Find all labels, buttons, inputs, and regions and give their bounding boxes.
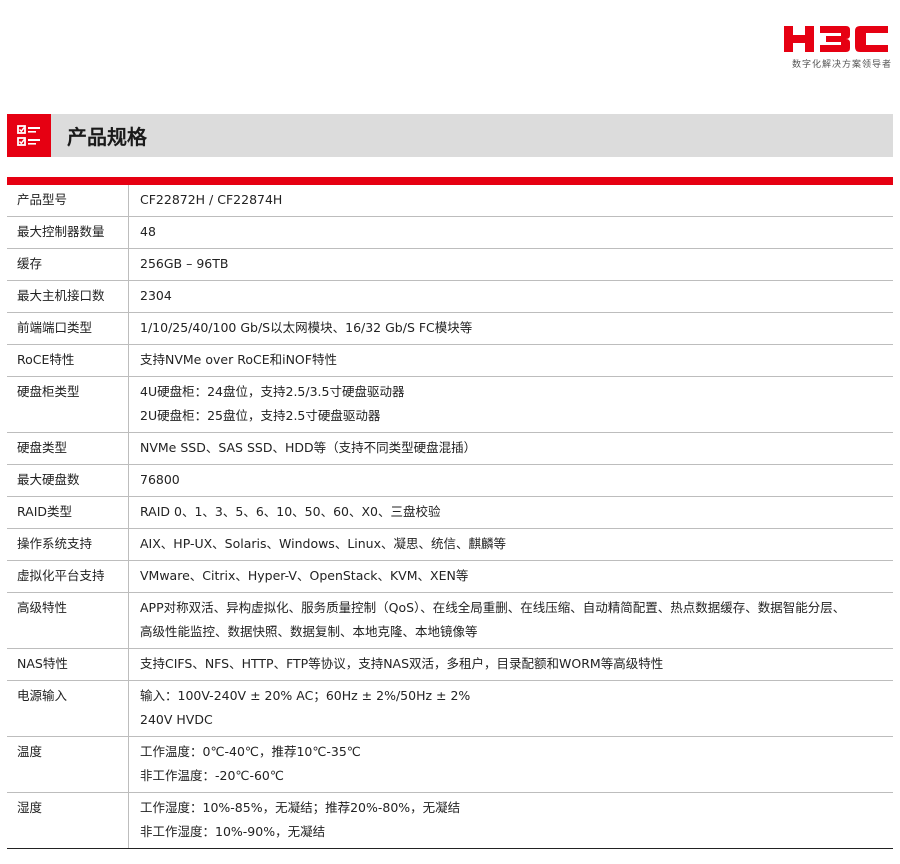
spec-row: 硬盘类型 NVMe SSD、SAS SSD、HDD等（支持不同类型硬盘混插） xyxy=(7,432,893,464)
spec-value-line: 2U硬盘柜：25盘位，支持2.5寸硬盘驱动器 xyxy=(140,408,381,423)
spec-value-line: 工作湿度：10%-85%，无凝结；推荐20%-80%，无凝结 xyxy=(140,800,461,815)
brand-logo: 数字化解决方案领导者 xyxy=(780,24,892,70)
spec-value: 76800 xyxy=(129,465,893,496)
spec-value-line: 支持NVMe over RoCE和iNOF特性 xyxy=(140,352,337,367)
spec-row: 最大控制器数量 48 xyxy=(7,216,893,248)
section-header: 产品规格 xyxy=(7,114,893,157)
spec-value: 256GB – 96TB xyxy=(129,249,893,280)
spec-row: RAID类型 RAID 0、1、3、5、6、10、50、60、X0、三盘校验 xyxy=(7,496,893,528)
spec-value-line: 4U硬盘柜：24盘位，支持2.5/3.5寸硬盘驱动器 xyxy=(140,384,405,399)
brand-tagline: 数字化解决方案领导者 xyxy=(791,60,892,70)
h3c-logo-icon xyxy=(784,26,888,52)
spec-label: 温度 xyxy=(7,737,129,792)
spec-label: 电源输入 xyxy=(7,681,129,736)
spec-value: 1/10/25/40/100 Gb/S以太网模块、16/32 Gb/S FC模块… xyxy=(129,313,893,344)
spec-row: 缓存 256GB – 96TB xyxy=(7,248,893,280)
spec-value: 支持CIFS、NFS、HTTP、FTP等协议，支持NAS双活，多租户，目录配额和… xyxy=(129,649,893,680)
spec-value: NVMe SSD、SAS SSD、HDD等（支持不同类型硬盘混插） xyxy=(129,433,893,464)
spec-row: NAS特性 支持CIFS、NFS、HTTP、FTP等协议，支持NAS双活，多租户，… xyxy=(7,648,893,680)
spec-value-line: 支持CIFS、NFS、HTTP、FTP等协议，支持NAS双活，多租户，目录配额和… xyxy=(140,656,664,671)
spec-row: 操作系统支持 AIX、HP-UX、Solaris、Windows、Linux、凝思… xyxy=(7,528,893,560)
spec-label: NAS特性 xyxy=(7,649,129,680)
spec-value: 工作湿度：10%-85%，无凝结；推荐20%-80%，无凝结 非工作湿度：10%-… xyxy=(129,793,893,848)
spec-value: 支持NVMe over RoCE和iNOF特性 xyxy=(129,345,893,376)
spec-value: APP对称双活、异构虚拟化、服务质量控制（QoS）、在线全局重删、在线压缩、自动… xyxy=(129,593,893,648)
spec-value-line: CF22872H / CF22874H xyxy=(140,192,283,207)
spec-value-line: 76800 xyxy=(140,472,180,487)
spec-value: 48 xyxy=(129,217,893,248)
spec-label: 最大主机接口数 xyxy=(7,281,129,312)
spec-value: 2304 xyxy=(129,281,893,312)
spec-label: 产品型号 xyxy=(7,185,129,216)
spec-row: 电源输入 输入：100V-240V ± 20% AC；60Hz ± 2%/50Hz… xyxy=(7,680,893,736)
spec-value-line: RAID 0、1、3、5、6、10、50、60、X0、三盘校验 xyxy=(140,504,441,519)
spec-row: 湿度 工作湿度：10%-85%，无凝结；推荐20%-80%，无凝结 非工作湿度：10… xyxy=(7,792,893,848)
spec-value-line: 工作温度：0℃-40℃，推荐10℃-35℃ xyxy=(140,744,361,759)
spec-label: 虚拟化平台支持 xyxy=(7,561,129,592)
spec-row: 虚拟化平台支持 VMware、Citrix、Hyper-V、OpenStack、K… xyxy=(7,560,893,592)
spec-row: RoCE特性 支持NVMe over RoCE和iNOF特性 xyxy=(7,344,893,376)
spec-value: AIX、HP-UX、Solaris、Windows、Linux、凝思、统信、麒麟… xyxy=(129,529,893,560)
spec-value-line: AIX、HP-UX、Solaris、Windows、Linux、凝思、统信、麒麟… xyxy=(140,536,507,551)
spec-value-line: APP对称双活、异构虚拟化、服务质量控制（QoS）、在线全局重删、在线压缩、自动… xyxy=(140,600,846,615)
spec-label: 最大控制器数量 xyxy=(7,217,129,248)
spec-value-line: 非工作温度：-20℃-60℃ xyxy=(140,768,284,783)
spec-value: RAID 0、1、3、5、6、10、50、60、X0、三盘校验 xyxy=(129,497,893,528)
spec-value-line: 高级性能监控、数据快照、数据复制、本地克隆、本地镜像等 xyxy=(140,624,478,639)
spec-value-line: NVMe SSD、SAS SSD、HDD等（支持不同类型硬盘混插） xyxy=(140,440,477,455)
spec-value-line: 输入：100V-240V ± 20% AC；60Hz ± 2%/50Hz ± 2… xyxy=(140,688,471,703)
spec-label: 硬盘类型 xyxy=(7,433,129,464)
spec-value-line: 2304 xyxy=(140,288,172,303)
spec-value-line: 非工作湿度：10%-90%，无凝结 xyxy=(140,824,326,839)
spec-value-line: VMware、Citrix、Hyper-V、OpenStack、KVM、XEN等 xyxy=(140,568,469,583)
spec-row: 硬盘柜类型 4U硬盘柜：24盘位，支持2.5/3.5寸硬盘驱动器 2U硬盘柜：25盘… xyxy=(7,376,893,432)
spec-table: 产品型号 CF22872H / CF22874H 最大控制器数量 48 缓存 256GB … xyxy=(7,185,893,849)
spec-value-line: 256GB – 96TB xyxy=(140,256,229,271)
spec-label: 缓存 xyxy=(7,249,129,280)
spec-value: VMware、Citrix、Hyper-V、OpenStack、KVM、XEN等 xyxy=(129,561,893,592)
spec-label: RAID类型 xyxy=(7,497,129,528)
spec-label: 操作系统支持 xyxy=(7,529,129,560)
accent-bar xyxy=(7,177,893,185)
spec-value: 工作温度：0℃-40℃，推荐10℃-35℃ 非工作温度：-20℃-60℃ xyxy=(129,737,893,792)
spec-value: CF22872H / CF22874H xyxy=(129,185,893,216)
spec-row: 最大硬盘数 76800 xyxy=(7,464,893,496)
spec-row: 产品型号 CF22872H / CF22874H xyxy=(7,185,893,216)
spec-value-line: 48 xyxy=(140,224,156,239)
checklist-icon xyxy=(7,114,51,157)
spec-row: 高级特性 APP对称双活、异构虚拟化、服务质量控制（QoS）、在线全局重删、在线压… xyxy=(7,592,893,648)
spec-row: 最大主机接口数 2304 xyxy=(7,280,893,312)
spec-label: 硬盘柜类型 xyxy=(7,377,129,432)
spec-row: 温度 工作温度：0℃-40℃，推荐10℃-35℃ 非工作温度：-20℃-60℃ xyxy=(7,736,893,792)
spec-label: RoCE特性 xyxy=(7,345,129,376)
spec-label: 湿度 xyxy=(7,793,129,848)
spec-value: 4U硬盘柜：24盘位，支持2.5/3.5寸硬盘驱动器 2U硬盘柜：25盘位，支持2… xyxy=(129,377,893,432)
spec-label: 前端端口类型 xyxy=(7,313,129,344)
spec-label: 最大硬盘数 xyxy=(7,465,129,496)
section-title: 产品规格 xyxy=(67,125,147,149)
spec-value-line: 240V HVDC xyxy=(140,712,213,727)
spec-value: 输入：100V-240V ± 20% AC；60Hz ± 2%/50Hz ± 2… xyxy=(129,681,893,736)
spec-label: 高级特性 xyxy=(7,593,129,648)
spec-value-line: 1/10/25/40/100 Gb/S以太网模块、16/32 Gb/S FC模块… xyxy=(140,320,473,335)
spec-row: 前端端口类型 1/10/25/40/100 Gb/S以太网模块、16/32 Gb/… xyxy=(7,312,893,344)
